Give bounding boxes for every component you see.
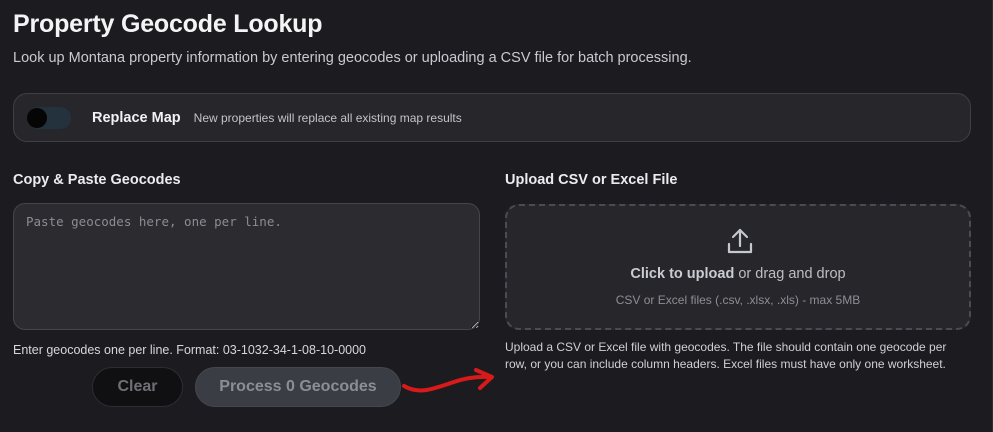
upload-helper-text: Upload a CSV or Excel file with geocodes…: [505, 340, 947, 371]
replace-map-hint: New properties will replace all existing…: [193, 110, 462, 125]
replace-map-toggle[interactable]: [27, 106, 71, 129]
paste-section-label: Copy & Paste Geocodes: [13, 172, 181, 188]
upload-icon: [727, 228, 753, 254]
geocode-textarea[interactable]: [13, 203, 480, 330]
red-arrow-icon: [402, 368, 494, 393]
replace-map-label: Replace Map: [92, 109, 181, 126]
click-to-upload-link[interactable]: Click to upload: [630, 266, 734, 282]
page-subtitle: Look up Montana property information by …: [13, 50, 692, 66]
geocode-format-helper: Enter geocodes one per line. Format: 03-…: [13, 343, 366, 357]
process-geocodes-button[interactable]: Process 0 Geocodes: [195, 367, 401, 407]
page-title: Property Geocode Lookup: [13, 10, 323, 38]
drag-drop-text: or drag and drop: [734, 266, 846, 282]
clear-button[interactable]: Clear: [92, 367, 183, 407]
accepted-file-types: CSV or Excel files (.csv, .xlsx, .xls) -…: [615, 293, 861, 307]
upload-section-label: Upload CSV or Excel File: [505, 172, 678, 188]
replace-map-bar: Replace Map New properties will replace …: [13, 93, 971, 142]
dropzone-instructions: Click to upload or drag and drop: [507, 266, 969, 282]
toggle-knob: [27, 107, 47, 128]
file-dropzone[interactable]: Click to upload or drag and drop CSV or …: [505, 204, 971, 330]
geocode-lookup-page: Property Geocode Lookup Look up Montana …: [0, 0, 993, 432]
